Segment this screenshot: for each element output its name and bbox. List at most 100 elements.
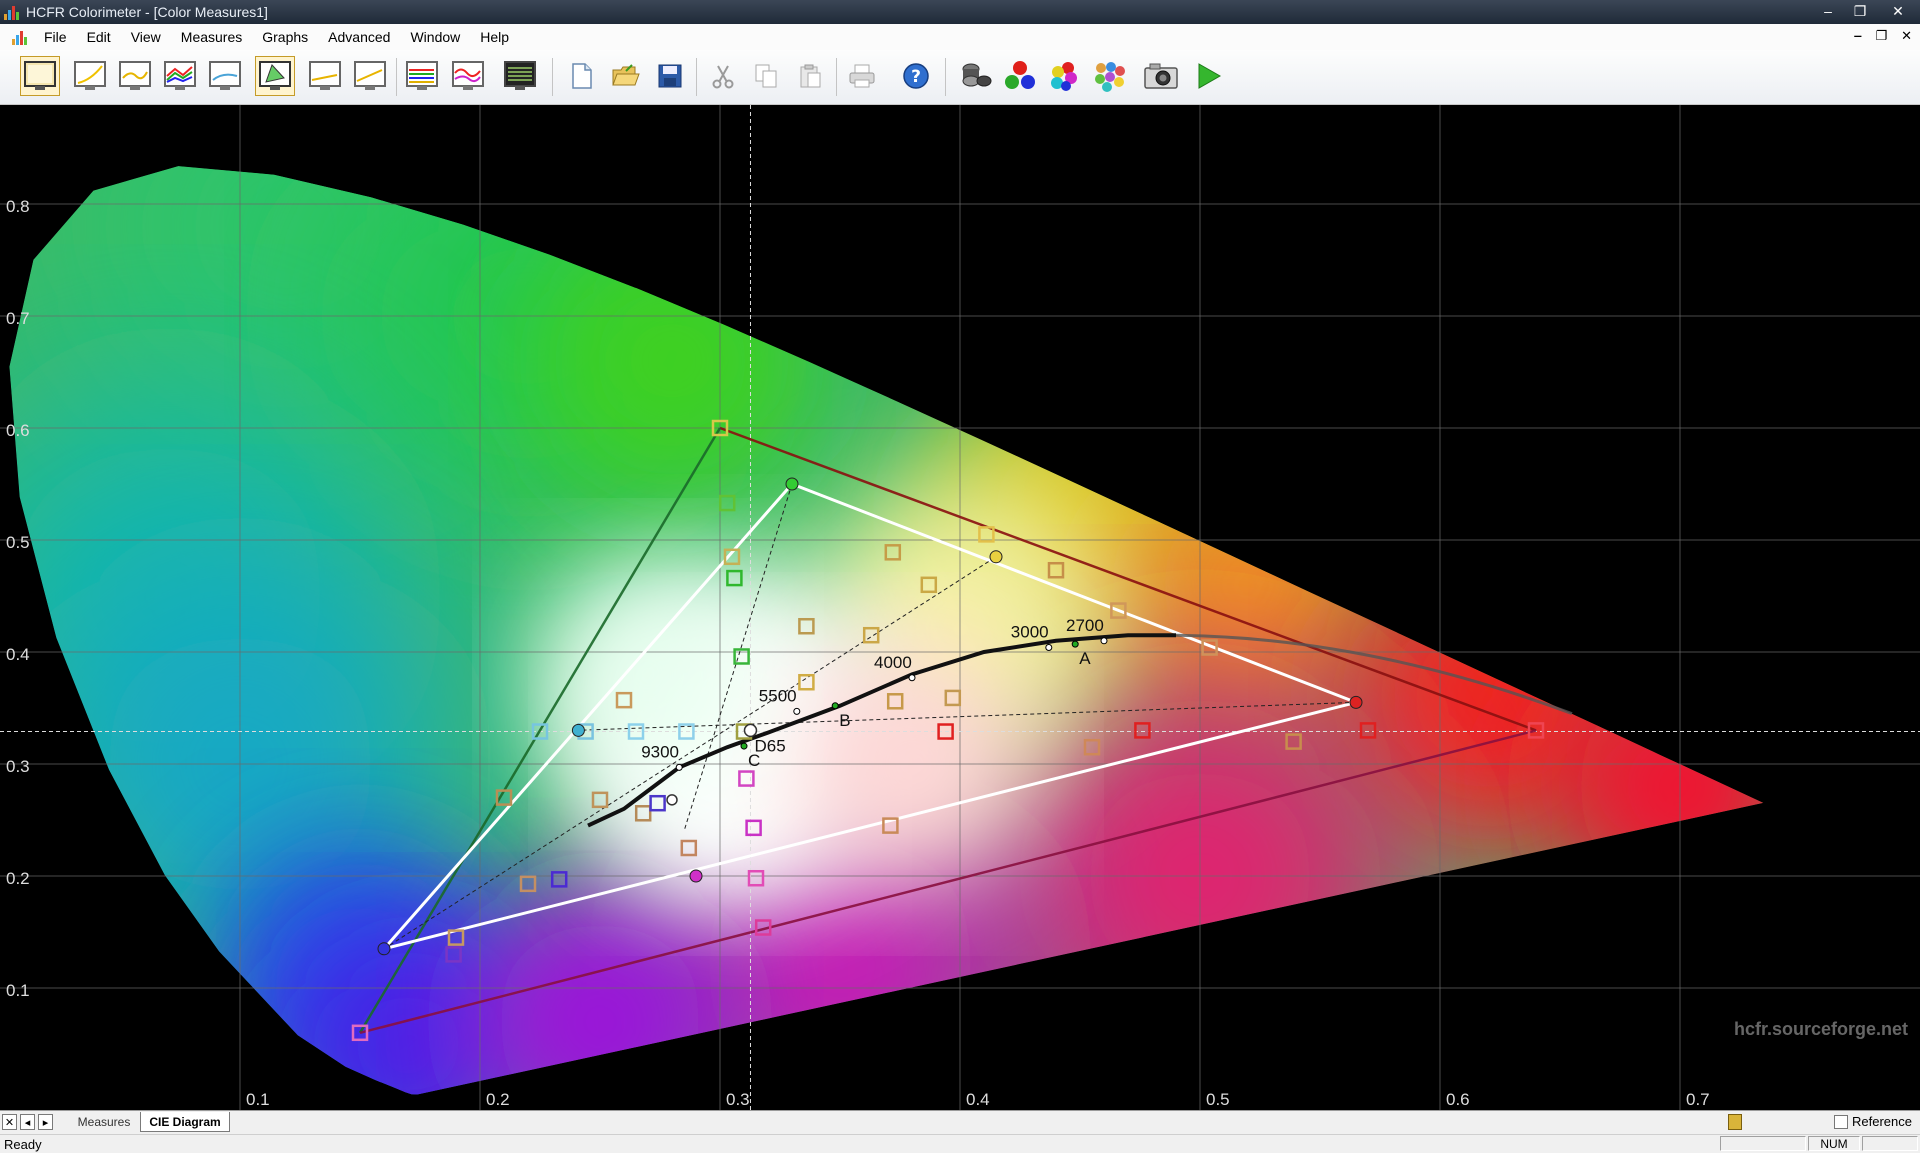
temperature-point [1100,637,1108,645]
illuminant-label: B [839,711,850,730]
cut-icon [712,65,734,89]
measured-primary-dot [785,477,799,491]
mdi-restore-button[interactable]: ❐ [1875,28,1887,44]
illuminant-point [740,742,748,750]
tab-measures[interactable]: Measures [66,1112,142,1132]
y-tick-label: 0.8 [6,197,30,216]
illuminant-point [1071,640,1079,648]
cie-diagram-view: 0.1 0.2 0.3 0.4 0.5 0.6 0.7 0.1 0.2 0.3 0.4 0.5 0.6 0… [0,105,1920,1110]
print-icon [849,64,875,88]
paste-button[interactable] [790,56,830,96]
near-black-graph-button[interactable] [448,56,488,96]
saturation-shift-graph-icon [406,61,438,90]
summary-view-icon [24,61,56,90]
toolbar: ? [0,50,1920,105]
measured-secondary-dot [689,869,703,883]
cie-diagram-button[interactable] [255,56,295,96]
num-lock-indicator: NUM [1808,1136,1860,1151]
luminance-graph-icon [74,61,106,90]
measured-primary-dot [377,942,391,956]
y-tick-label: 0.6 [6,421,30,440]
tab-first-button[interactable]: ✕ [2,1114,17,1130]
measured-secondary-dot [989,550,1003,564]
open-folder-button[interactable] [605,56,645,96]
temperature-point [793,707,801,715]
menu-advanced[interactable]: Advanced [318,29,400,45]
delta-e-graph-button[interactable] [305,56,345,96]
white-point-marker [666,794,678,806]
tab-next-button[interactable]: ▸ [38,1114,53,1130]
x-tick-label: 0.2 [486,1090,510,1109]
window-title: HCFR Colorimeter - [Color Measures1] [26,4,268,20]
color-checker-button[interactable] [1089,56,1129,96]
mdi-close-button[interactable]: ✕ [1901,28,1912,44]
temperature-label: 4000 [874,653,912,672]
rgb-levels-graph-button[interactable] [160,56,200,96]
close-button[interactable]: ✕ [1876,0,1920,22]
restore-button[interactable]: ❐ [1844,0,1876,22]
tab-bar: ✕ ◂ ▸ Measures CIE Diagram Reference [0,1110,1920,1135]
svg-text:?: ? [911,67,921,87]
white-point-marker [743,723,758,738]
lock-icon [1728,1114,1742,1130]
gamma-graph-button[interactable] [115,56,155,96]
menu-edit[interactable]: Edit [77,29,121,45]
save-button[interactable] [650,56,690,96]
sensor-button[interactable] [955,56,995,96]
play-button[interactable] [1188,56,1228,96]
minimize-button[interactable]: ‒ [1812,0,1844,22]
y-tick-label: 0.1 [6,981,30,1000]
gamma-graph-icon [119,61,151,90]
measures-grid-button[interactable] [500,56,540,96]
summary-view-button[interactable] [20,56,60,96]
menu-graphs[interactable]: Graphs [252,29,318,45]
primary-colors-button[interactable] [1000,56,1040,96]
help-button[interactable]: ? [896,56,936,96]
menu-help[interactable]: Help [470,29,519,45]
temperature-label: 2700 [1066,616,1104,635]
y-tick-label: 0.5 [6,533,30,552]
temperature-label: 3000 [1011,623,1049,642]
toolbar-separator [696,58,697,96]
y-tick-label: 0.3 [6,757,30,776]
cie-diagram-plot: 0.1 0.2 0.3 0.4 0.5 0.6 0.7 0.1 0.2 0.3 0.4 0.5 0.6 0… [0,105,1920,1110]
status-pane [1720,1136,1806,1151]
reference-checkbox-label: Reference [1852,1114,1912,1129]
secondary-colors-icon [1051,62,1077,91]
mdi-minimize-button[interactable]: ‒ [1854,28,1861,44]
measured-primary-dot [1349,695,1363,709]
saturation-luminance-graph-button[interactable] [350,56,390,96]
new-document-button[interactable] [561,56,601,96]
camera-icon [1144,63,1178,89]
menu-window[interactable]: Window [400,29,470,45]
color-temperature-graph-icon [209,61,241,90]
reference-checkbox-box[interactable] [1834,1114,1849,1129]
temperature-label: 9300 [641,742,679,761]
menu-bar: File Edit View Measures Graphs Advanced … [0,24,1920,51]
color-temperature-graph-button[interactable] [205,56,245,96]
menu-file[interactable]: File [34,29,77,45]
measured-secondary-dot [571,723,585,737]
color-checker-icon [1095,62,1125,92]
print-button[interactable] [842,56,882,96]
toolbar-separator [396,58,397,96]
secondary-colors-button[interactable] [1044,56,1084,96]
menu-measures[interactable]: Measures [171,29,252,45]
reference-checkbox[interactable]: Reference [1834,1114,1912,1129]
document-icon [12,29,30,45]
illuminant-point [831,702,839,710]
copy-button[interactable] [746,56,786,96]
saturation-luminance-graph-icon [354,61,386,90]
luminance-graph-button[interactable] [70,56,110,96]
tab-cie-diagram[interactable]: CIE Diagram [140,1112,230,1132]
x-tick-label: 0.1 [246,1090,270,1109]
x-tick-label: 0.4 [966,1090,990,1109]
cut-button[interactable] [703,56,743,96]
menu-view[interactable]: View [121,29,171,45]
saturation-shift-graph-button[interactable] [402,56,442,96]
tab-prev-button[interactable]: ◂ [20,1114,35,1130]
app-icon [4,4,20,20]
camera-button[interactable] [1141,56,1181,96]
color-blob [532,220,812,501]
temperature-point [675,763,683,771]
